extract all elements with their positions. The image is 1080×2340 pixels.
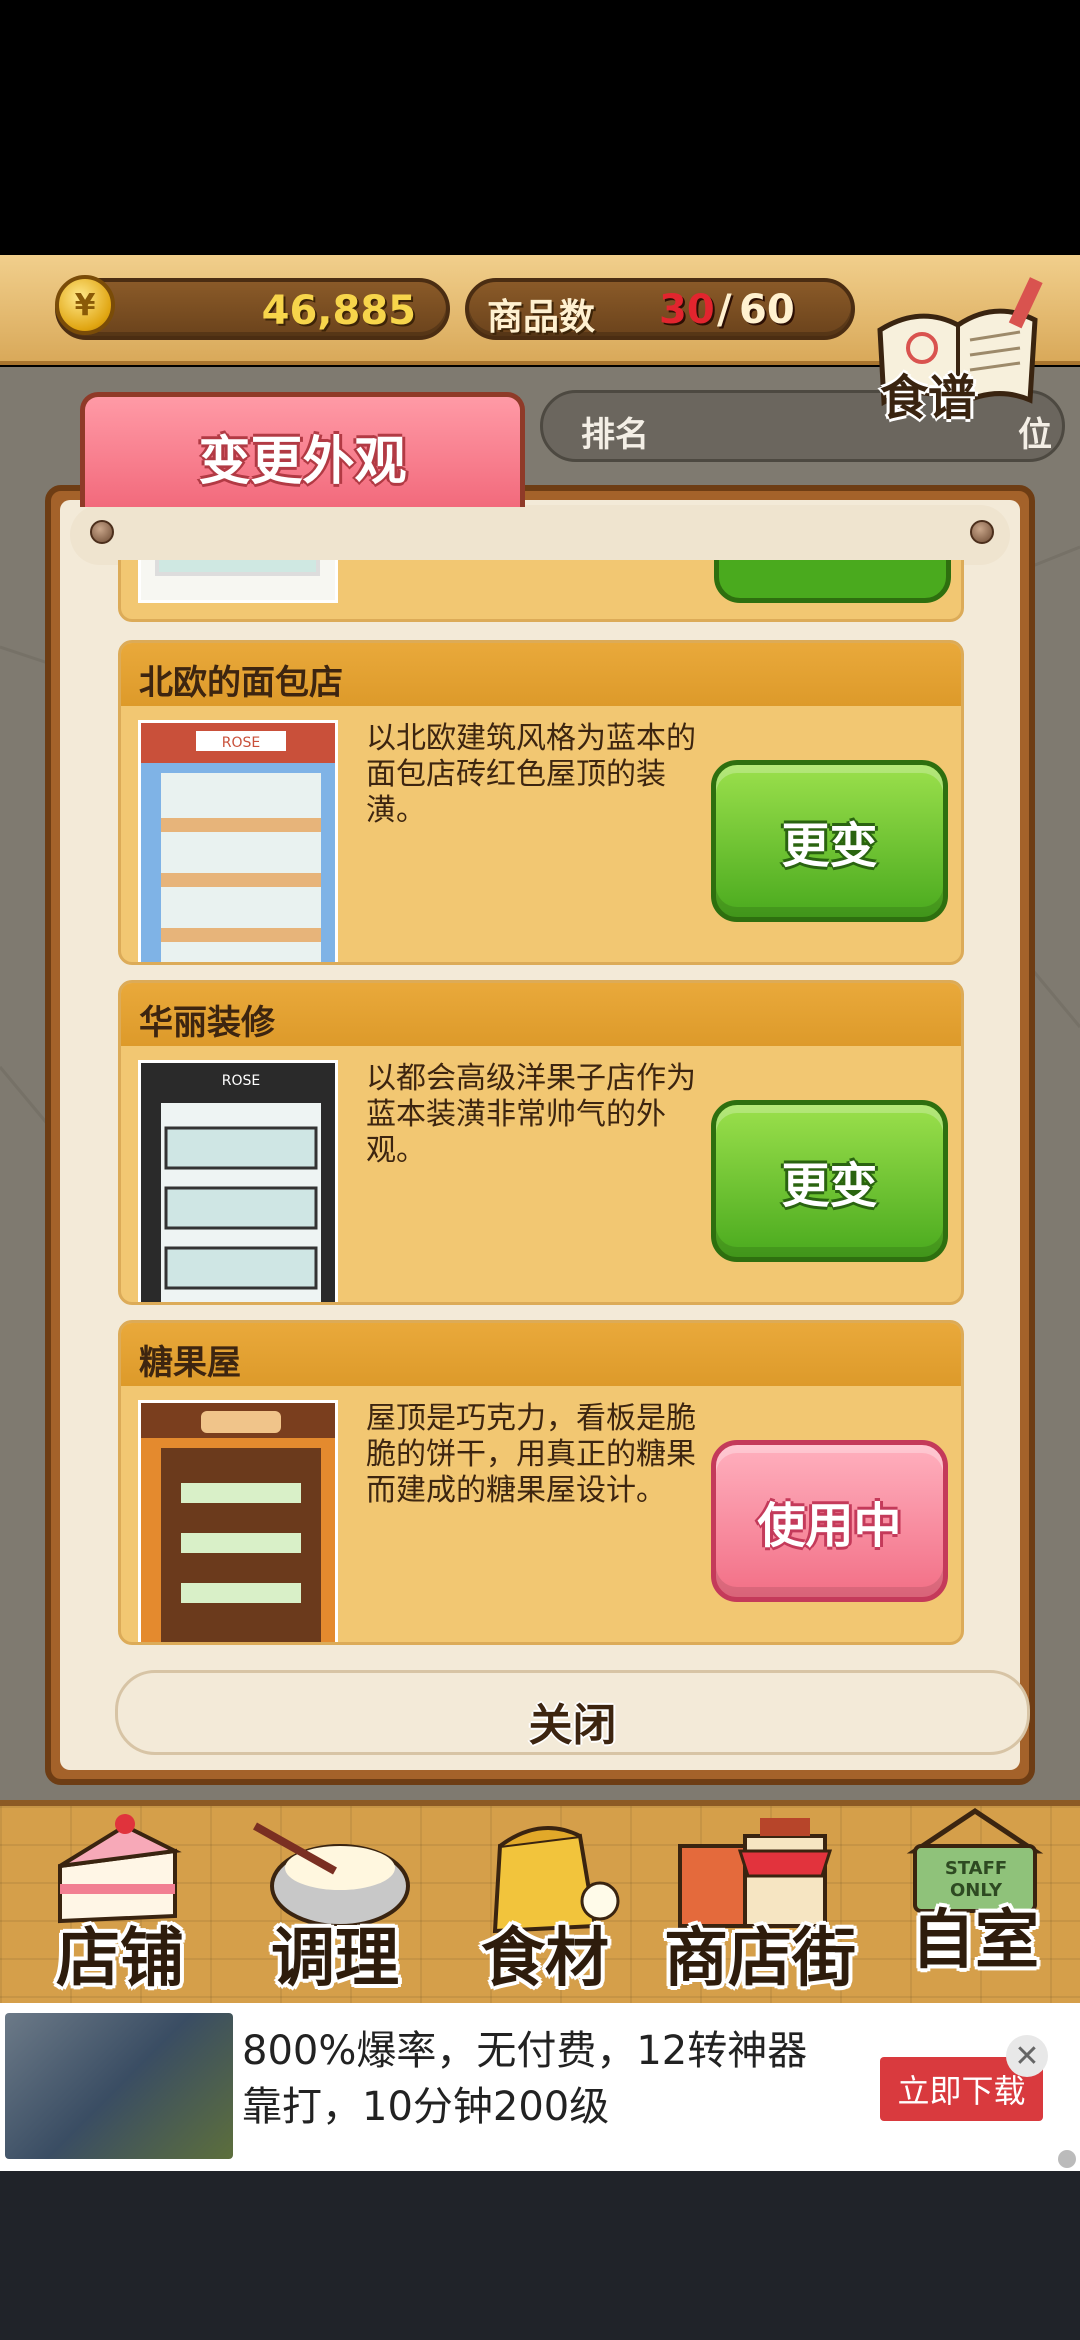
recipe-label[interactable]: 食谱	[880, 358, 976, 428]
card-title: 糖果屋	[139, 1343, 241, 1383]
nav-cook[interactable]: 调理	[230, 1806, 440, 2009]
status-area	[0, 0, 1080, 255]
nav-label: 店铺	[56, 1922, 184, 1996]
goods-max: 60	[739, 287, 795, 333]
bottom-nav: 店铺 调理 食材 商店街 STAFF ONLY 自室	[0, 1800, 1080, 2003]
card-thumbnail	[138, 560, 338, 603]
nail-icon	[970, 520, 994, 544]
svg-text:ROSE: ROSE	[222, 735, 260, 751]
card-thumbnail	[138, 1400, 338, 1642]
card-header: 北欧的面包店	[121, 643, 961, 706]
nav-room[interactable]: STAFF ONLY 自室	[875, 1806, 1075, 2009]
ad-mark-icon	[1058, 2150, 1076, 2168]
ad-image	[5, 2013, 233, 2159]
candy-house-image	[141, 1403, 335, 1642]
in-use-button[interactable]: 使用中	[711, 1440, 948, 1602]
coin-value: 46,885	[261, 288, 416, 334]
card-title: 北欧的面包店	[139, 663, 343, 703]
card-thumbnail: ROSE	[138, 720, 338, 962]
nav-ingredients[interactable]: 食材	[440, 1806, 650, 2009]
card-description: 以北欧建筑风格为蓝本的面包店砖红色屋顶的装潢。	[366, 721, 696, 828]
card-title: 华丽装修	[139, 1003, 275, 1043]
goods-label: 商品数	[487, 297, 596, 338]
nordic-shop-image: ROSE	[141, 723, 335, 962]
change-button-partial[interactable]	[714, 560, 951, 603]
list-item-nordic-bakery: 北欧的面包店 ROSE 以北欧建筑风格为蓝本的面包店砖红色屋顶的装潢。 更变	[118, 640, 964, 965]
nav-shop[interactable]: 店铺	[15, 1806, 225, 2009]
svg-text:ROSE: ROSE	[222, 1073, 260, 1089]
card-description: 屋顶是巧克力，看板是脆脆的饼干，用真正的糖果而建成的糖果屋设计。	[366, 1401, 696, 1508]
close-label: 关闭	[528, 1700, 617, 1751]
change-appearance-tab: 变更外观	[80, 392, 525, 507]
change-button[interactable]: 更变	[711, 1100, 948, 1262]
goods-separator: /	[717, 287, 732, 333]
list-item-candy-house: 糖果屋 屋顶是巧克力，看板是脆脆的饼干，用真正的糖果而建成的糖果屋设计。 使用中	[118, 1320, 964, 1645]
dialog-title: 变更外观	[198, 432, 407, 492]
ad-text: 800%爆率，无付费，12转神器靠打，10分钟200级	[242, 2028, 808, 2130]
coin-icon: ¥	[55, 275, 115, 335]
card-description: 以都会高级洋果子店作为蓝本装潢非常帅气的外观。	[366, 1061, 696, 1168]
appearance-list[interactable]: 北欧的面包店 ROSE 以北欧建筑风格为蓝本的面包店砖红色屋顶的装潢。 更变 华…	[115, 560, 965, 1660]
nail-icon	[90, 520, 114, 544]
card-thumbnail: ROSE	[138, 1060, 338, 1302]
scroll-top	[70, 505, 1010, 565]
list-item-luxury-decor: 华丽装修 ROSE 以都会高级洋果子店作为蓝本装潢非常帅气的外观。 更变	[118, 980, 964, 1305]
nav-label: 商店街	[664, 1922, 856, 1996]
ad-banner[interactable]: 800%爆率，无付费，12转神器靠打，10分钟200级 立即下载	[0, 2003, 1080, 2171]
luxury-shop-image: ROSE	[141, 1063, 335, 1302]
goods-count: 30	[659, 287, 715, 333]
goods-pill: 商品数 30 / 60	[465, 278, 855, 340]
nav-label: 自室	[911, 1904, 1039, 1978]
nav-label: 调理	[271, 1922, 399, 1996]
nav-label: 食材	[481, 1922, 609, 1996]
close-button[interactable]: 关闭	[115, 1670, 1030, 1755]
list-item-partial	[118, 560, 964, 622]
nav-street[interactable]: 商店街	[650, 1806, 870, 2009]
ad-close-icon[interactable]: ✕	[1006, 2035, 1048, 2077]
rank-label: 排名	[581, 415, 649, 455]
change-button[interactable]: 更变	[711, 760, 948, 922]
card-header: 华丽装修	[121, 983, 961, 1046]
card-header: 糖果屋	[121, 1323, 961, 1386]
system-nav-area	[0, 2171, 1080, 2340]
